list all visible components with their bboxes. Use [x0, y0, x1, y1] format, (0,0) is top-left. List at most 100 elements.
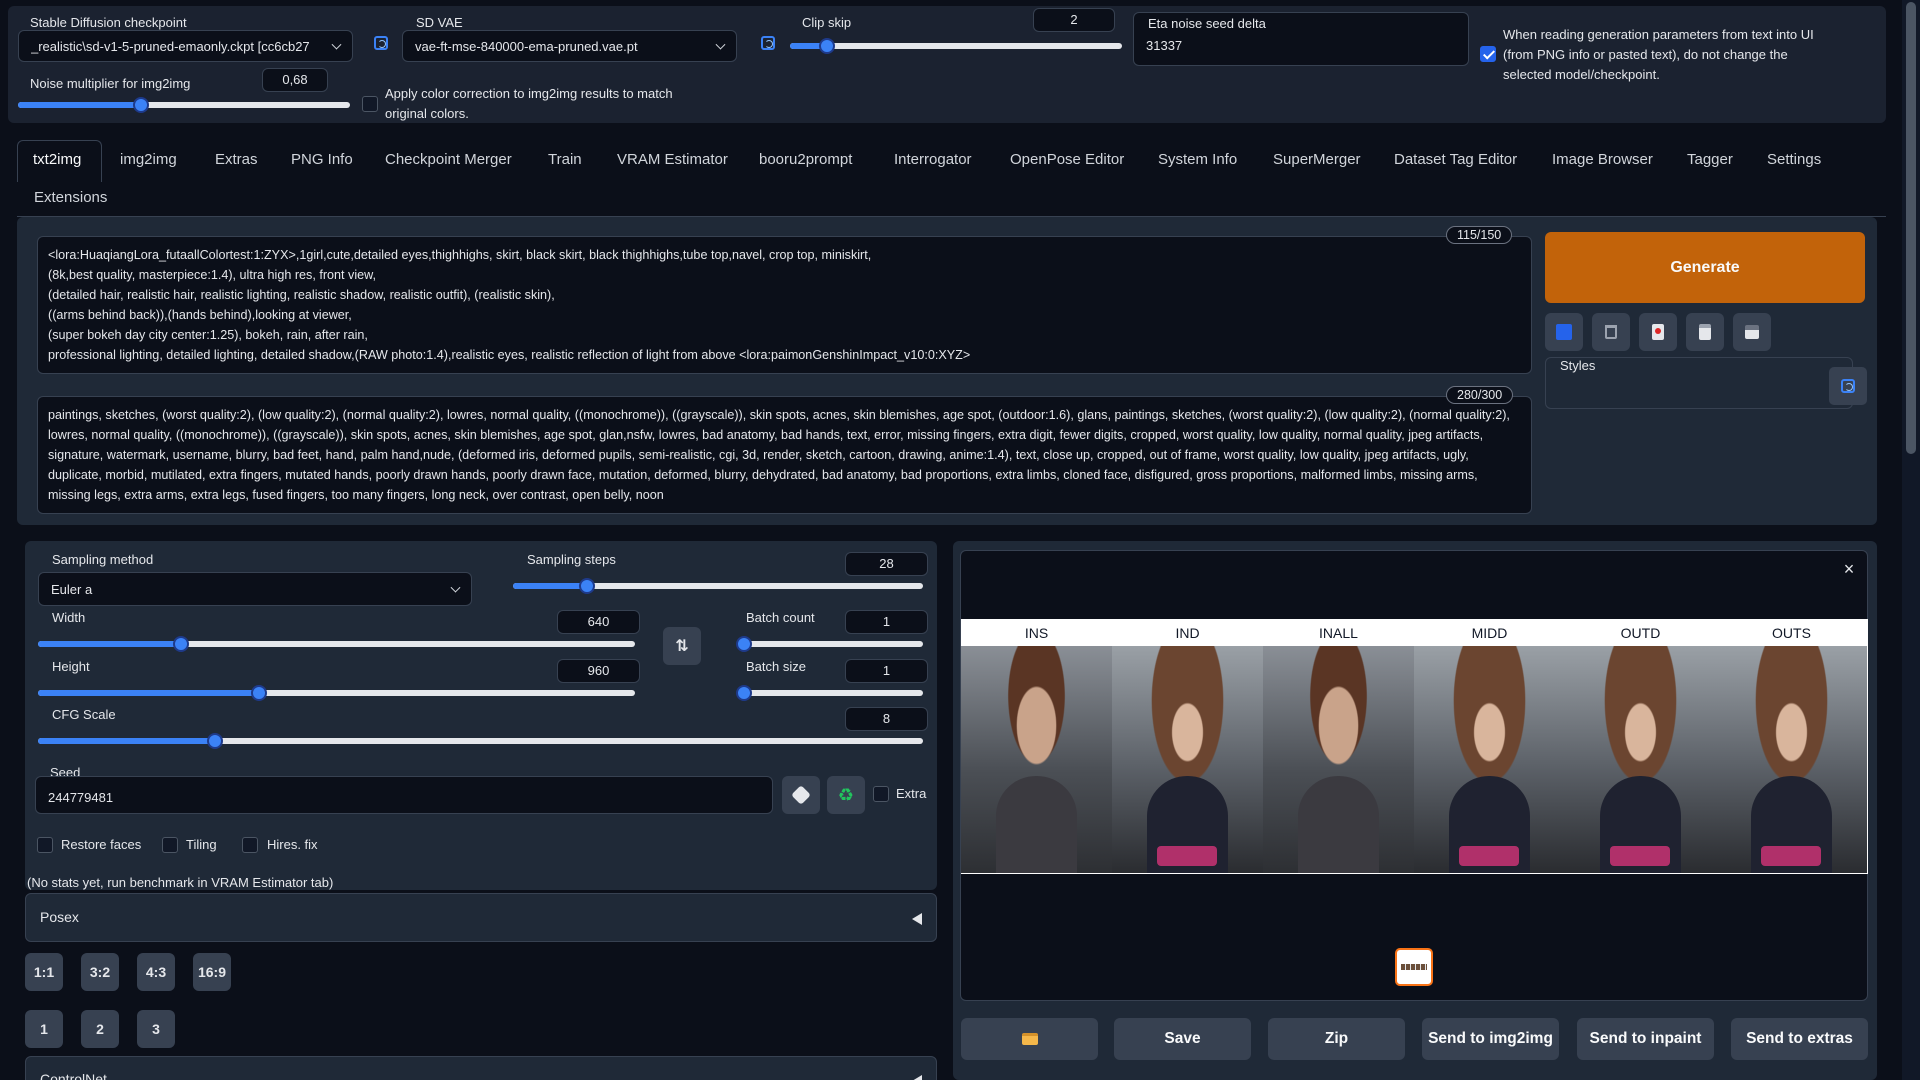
count-button-2[interactable]: 2 — [81, 1010, 119, 1048]
random-seed-button[interactable] — [782, 776, 820, 814]
restore-faces-checkbox[interactable] — [37, 837, 53, 853]
reuse-seed-button[interactable]: ♻ — [827, 776, 865, 814]
tab-extras[interactable]: Extras — [215, 151, 258, 168]
tool-paste-button[interactable] — [1686, 313, 1724, 351]
tab-extensions[interactable]: Extensions — [34, 189, 107, 206]
batch-size-slider[interactable] — [736, 685, 923, 701]
sampling-method-dropdown[interactable]: Euler a — [38, 572, 472, 606]
scrollbar-thumb[interactable] — [1906, 2, 1916, 454]
checkpoint-dropdown[interactable]: _realistic\sd-v1-5-pruned-emaonly.ckpt [… — [18, 30, 353, 62]
tiling-checkbox[interactable] — [162, 837, 178, 853]
vae-dropdown[interactable]: vae-ft-mse-840000-ema-pruned.vae.pt — [402, 30, 737, 62]
grid-column-outd: OUTD — [1565, 621, 1716, 873]
tab-png-info[interactable]: PNG Info — [291, 151, 353, 168]
hires-fix-checkbox[interactable] — [242, 837, 258, 853]
styles-dropdown[interactable] — [1546, 376, 1852, 408]
extra-checkbox[interactable] — [873, 786, 889, 802]
tool-clear-button[interactable] — [1592, 313, 1630, 351]
save-button[interactable]: Save — [1114, 1018, 1251, 1060]
grid-cell-image[interactable] — [1565, 646, 1716, 873]
tab-img2img[interactable]: img2img — [120, 151, 177, 168]
keep-model-checkbox[interactable] — [1480, 46, 1496, 62]
grid-column-label: OUTS — [1716, 621, 1867, 646]
grid-cell-image[interactable] — [1263, 646, 1414, 873]
ratio-button-1-1[interactable]: 1:1 — [25, 953, 63, 991]
ratio-button-3-2[interactable]: 3:2 — [81, 953, 119, 991]
controlnet-accordion[interactable]: ControlNet — [25, 1056, 937, 1080]
refresh-styles-button[interactable] — [1829, 367, 1867, 405]
clip-skip-slider[interactable] — [790, 38, 1122, 54]
sampling-steps-slider[interactable] — [513, 578, 923, 594]
open-folder-button[interactable] — [961, 1018, 1098, 1060]
tab-image-browser[interactable]: Image Browser — [1552, 151, 1653, 168]
color-correction-checkbox[interactable] — [362, 96, 378, 112]
prompt-textarea[interactable]: <lora:HuaqiangLora_futaallColortest:1:ZY… — [37, 236, 1532, 374]
tab-interrogator[interactable]: Interrogator — [894, 151, 972, 168]
slider-knob[interactable] — [207, 733, 223, 749]
slider-knob[interactable] — [736, 636, 752, 652]
slider-knob[interactable] — [818, 38, 835, 54]
posex-accordion[interactable]: Posex — [25, 893, 937, 942]
chevron-down-icon — [450, 582, 461, 593]
batch-count-input[interactable]: 1 — [845, 610, 928, 634]
tab-checkpoint-merger[interactable]: Checkpoint Merger — [385, 151, 512, 168]
grid-cell-image[interactable] — [1112, 646, 1263, 873]
grid-cell-image[interactable] — [961, 646, 1112, 873]
collapse-arrow-icon — [912, 913, 922, 925]
tab-vram-estimator[interactable]: VRAM Estimator — [617, 151, 728, 168]
noise-multiplier-input[interactable]: 0,68 — [262, 68, 328, 92]
batch-count-slider[interactable] — [736, 636, 923, 652]
batch-size-input[interactable]: 1 — [845, 659, 928, 683]
eta-input[interactable]: 31337 — [1146, 38, 1182, 53]
ratio-button-16-9[interactable]: 16:9 — [193, 953, 231, 991]
tab-txt2img[interactable]: txt2img — [33, 151, 81, 168]
slider-knob[interactable] — [736, 685, 752, 701]
send-to-extras-button[interactable]: Send to extras — [1731, 1018, 1868, 1060]
refresh-vae-button[interactable] — [755, 30, 781, 56]
slider-knob[interactable] — [132, 97, 149, 113]
grid-cell-image[interactable] — [1716, 646, 1867, 873]
zip-button[interactable]: Zip — [1268, 1018, 1405, 1060]
width-slider[interactable] — [38, 636, 635, 652]
tab-openpose-editor[interactable]: OpenPose Editor — [1010, 151, 1124, 168]
ratio-button-4-3[interactable]: 4:3 — [137, 953, 175, 991]
tab-settings[interactable]: Settings — [1767, 151, 1821, 168]
count-button-3[interactable]: 3 — [137, 1010, 175, 1048]
width-input[interactable]: 640 — [557, 610, 640, 634]
checkbox-icon — [1556, 324, 1572, 340]
swap-icon: ⇅ — [675, 638, 689, 655]
tab-train[interactable]: Train — [548, 151, 582, 168]
noise-multiplier-slider[interactable] — [18, 97, 350, 113]
send-to-img2img-button[interactable]: Send to img2img — [1422, 1018, 1559, 1060]
page-scrollbar[interactable] — [1902, 0, 1920, 1080]
tab-dataset-tag-editor[interactable]: Dataset Tag Editor — [1394, 151, 1517, 168]
tool-extra-networks-button[interactable] — [1639, 313, 1677, 351]
send-to-inpaint-button[interactable]: Send to inpaint — [1577, 1018, 1714, 1060]
grid-cell-image[interactable] — [1414, 646, 1565, 873]
count-button-1[interactable]: 1 — [25, 1010, 63, 1048]
swap-dimensions-button[interactable]: ⇅ — [663, 627, 701, 665]
tab-supermerger[interactable]: SuperMerger — [1273, 151, 1361, 168]
sampling-steps-input[interactable]: 28 — [845, 552, 928, 576]
slider-knob[interactable] — [578, 578, 595, 594]
tab-booru2prompt[interactable]: booru2prompt — [759, 151, 852, 168]
refresh-checkpoint-button[interactable] — [368, 30, 394, 56]
cfg-scale-slider[interactable] — [38, 733, 923, 749]
tab-system-info[interactable]: System Info — [1158, 151, 1237, 168]
generate-button[interactable]: Generate — [1545, 232, 1865, 303]
gallery-thumbnail[interactable] — [1395, 948, 1433, 986]
height-input[interactable]: 960 — [557, 659, 640, 683]
negative-prompt-textarea[interactable]: paintings, sketches, (worst quality:2), … — [37, 396, 1532, 514]
tool-save-style-button[interactable] — [1733, 313, 1771, 351]
seed-input[interactable]: 244779481 — [35, 776, 773, 814]
cfg-scale-input[interactable]: 8 — [845, 707, 928, 731]
tool-apply-button[interactable] — [1545, 313, 1583, 351]
clip-skip-input[interactable]: 2 — [1033, 8, 1115, 32]
grid-column-ins: INS — [961, 621, 1112, 873]
gallery-close-button[interactable]: × — [1840, 560, 1858, 578]
height-slider[interactable] — [38, 685, 635, 701]
sampling-steps-label: Sampling steps — [527, 552, 616, 567]
recycle-icon: ♻ — [837, 784, 855, 805]
tab-tagger[interactable]: Tagger — [1687, 151, 1733, 168]
slider-knob[interactable] — [250, 685, 267, 701]
